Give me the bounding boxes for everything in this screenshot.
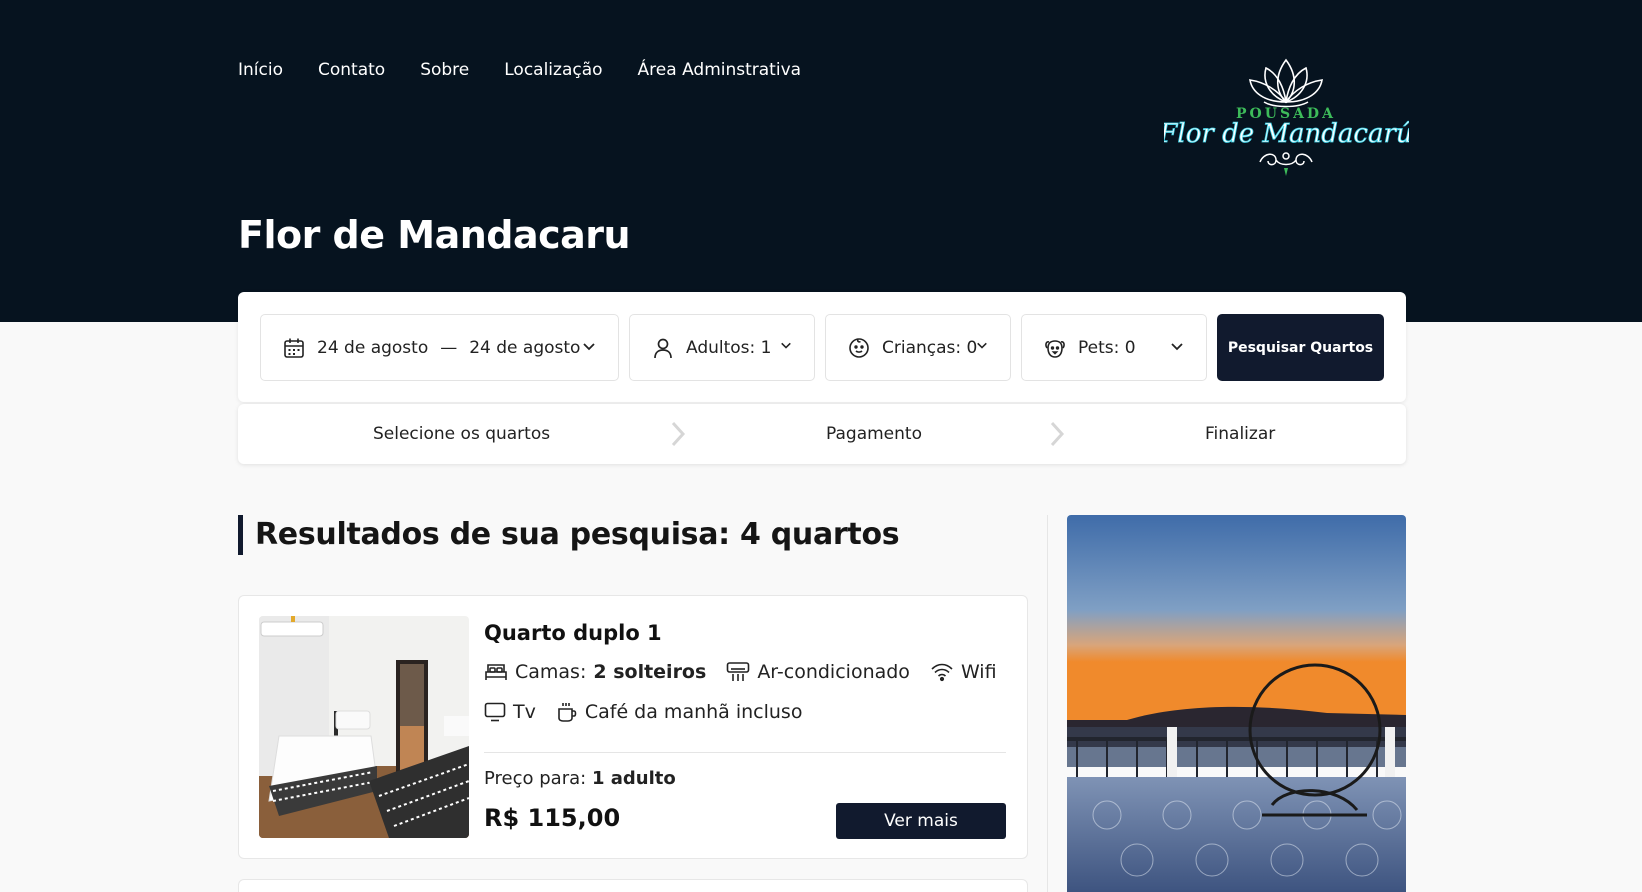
search-rooms-button[interactable]: Pesquisar Quartos: [1217, 314, 1384, 381]
booking-steps: Selecione os quartos Pagamento Finalizar: [238, 404, 1406, 464]
room-name: Quarto duplo 1: [484, 621, 662, 645]
room-card: [238, 879, 1028, 892]
amenity-tv: Tv: [484, 701, 536, 723]
baby-face-icon: [849, 337, 869, 358]
step-payment: Pagamento: [826, 424, 922, 444]
results-title: Resultados de sua pesquisa: 4 quartos: [238, 515, 900, 555]
pets-label: Pets: 0: [1078, 337, 1136, 358]
date-separator: —: [440, 337, 458, 358]
amenity-tv-label: Tv: [513, 701, 536, 723]
step-finish: Finalizar: [1205, 424, 1276, 444]
chevron-down-icon: [583, 343, 595, 351]
pousada-photo: [1067, 515, 1406, 892]
room-card: Quarto duplo 1 Camas: 2 solteiros Ar-con…: [238, 595, 1028, 859]
pousada-logo[interactable]: POUSADA Flor de Mandacarú: [1164, 56, 1409, 178]
chevron-down-icon: [1171, 343, 1183, 351]
amenities-row-1: Camas: 2 solteiros Ar-condicionado Wifi: [484, 661, 997, 683]
amenity-air-conditioning: Ar-condicionado: [726, 661, 910, 683]
chevron-right-icon: [671, 421, 686, 447]
date-range-picker[interactable]: 24 de agosto — 24 de agosto: [260, 314, 619, 381]
amenity-breakfast-label: Café da manhã incluso: [584, 701, 803, 723]
nav-inicio[interactable]: Início: [238, 60, 283, 80]
price-for-value: 1 adulto: [591, 768, 676, 789]
logo-name-text: Flor de Mandacarú: [1164, 119, 1409, 149]
room-price: R$ 115,00: [484, 804, 621, 832]
beds-value: 2 solteiros: [593, 661, 707, 683]
adults-label: Adultos: 1: [686, 337, 772, 358]
amenity-beds: Camas: 2 solteiros: [484, 661, 706, 683]
price-for-label: Preço para:: [484, 768, 587, 789]
coffee-cup-icon: [558, 703, 577, 722]
chevron-down-icon: [977, 342, 987, 349]
nav-sobre[interactable]: Sobre: [420, 60, 469, 80]
user-icon: [654, 338, 672, 358]
date-to: 24 de agosto: [469, 337, 581, 358]
children-select[interactable]: Crianças: 0: [825, 314, 1011, 381]
amenity-ac-label: Ar-condicionado: [757, 661, 910, 683]
dog-icon: [1045, 339, 1065, 358]
chevron-down-icon: [781, 342, 791, 349]
column-divider: [1047, 515, 1048, 892]
adults-select[interactable]: Adultos: 1: [629, 314, 815, 381]
children-label: Crianças: 0: [882, 337, 978, 358]
room-photo[interactable]: [259, 616, 469, 838]
step-select-rooms: Selecione os quartos: [373, 424, 551, 444]
page-title: Flor de Mandacaru: [238, 213, 631, 257]
see-more-button[interactable]: Ver mais: [836, 803, 1006, 839]
amenities-row-2: Tv Café da manhã incluso: [484, 701, 802, 723]
amenity-wifi-label: Wifi: [960, 661, 997, 683]
pets-select[interactable]: Pets: 0: [1021, 314, 1207, 381]
price-for: Preço para: 1 adulto: [484, 768, 676, 789]
chevron-right-icon: [1050, 421, 1065, 447]
amenity-wifi: Wifi: [930, 661, 997, 683]
nav-localizacao[interactable]: Localização: [504, 60, 602, 80]
wifi-icon: [931, 663, 953, 682]
amenity-breakfast: Café da manhã incluso: [556, 701, 803, 723]
beds-label: Camas:: [515, 661, 587, 683]
hero-header: Início Contato Sobre Localização Área Ad…: [0, 0, 1642, 322]
nav-contato[interactable]: Contato: [318, 60, 385, 80]
calendar-icon: [284, 338, 304, 358]
date-from: 24 de agosto: [317, 337, 429, 358]
search-panel: 24 de agosto — 24 de agosto Adultos: 1 C…: [238, 292, 1406, 402]
main-nav: Início Contato Sobre Localização Área Ad…: [238, 60, 801, 80]
tv-icon: [484, 702, 506, 722]
air-conditioner-icon: [727, 662, 750, 681]
room-divider: [484, 752, 1006, 753]
nav-area-administrativa[interactable]: Área Adminstrativa: [638, 60, 802, 80]
bed-icon: [485, 664, 507, 680]
